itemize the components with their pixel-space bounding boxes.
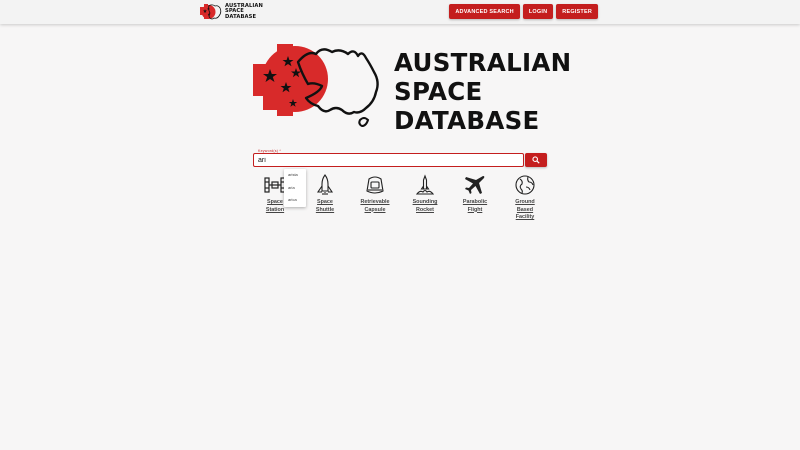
suggestion-item[interactable]: aria <box>284 182 306 195</box>
search-field-label: Keyword(s) * <box>257 149 282 153</box>
search-field: Keyword(s) * <box>253 149 524 167</box>
search-icon <box>532 156 540 164</box>
register-button[interactable]: REGISTER <box>556 4 598 19</box>
australia-logo-icon <box>253 44 379 128</box>
hero-title: AUSTRALIAN SPACE DATABASE <box>394 48 572 135</box>
category-label: Retrievable Capsule <box>360 199 390 213</box>
brand-logo[interactable]: AUSTRALIAN SPACE DATABASE <box>200 2 263 22</box>
category-parabolic-flight[interactable]: Parabolic Flight <box>455 174 495 214</box>
top-navbar: AUSTRALIAN SPACE DATABASE ADVANCED SEARC… <box>0 0 800 24</box>
category-sounding-rocket[interactable]: Sounding Rocket <box>405 174 445 214</box>
login-button[interactable]: LOGIN <box>522 4 554 19</box>
sounding-rocket-icon <box>415 174 435 195</box>
category-ground-based-facility[interactable]: Ground Based Facility <box>505 174 545 222</box>
suggestion-item[interactable]: arista <box>284 169 306 182</box>
space-station-icon <box>264 177 286 193</box>
category-label: Space Shuttle <box>315 199 335 213</box>
keyword-search-input[interactable] <box>253 153 524 167</box>
space-shuttle-icon <box>316 174 334 195</box>
search-button[interactable] <box>525 153 547 167</box>
autocomplete-dropdown: arista aria arica <box>284 169 306 207</box>
logo-mark-icon <box>200 4 222 20</box>
category-label: Sounding Rocket <box>412 199 438 213</box>
hero-logo: AUSTRALIAN SPACE DATABASE <box>250 42 571 135</box>
globe-icon <box>515 175 535 195</box>
category-label: Ground Based Facility <box>515 199 535 221</box>
airplane-icon <box>465 176 485 194</box>
category-space-shuttle[interactable]: Space Shuttle <box>305 174 345 214</box>
capsule-icon <box>366 176 384 194</box>
category-label: Parabolic Flight <box>462 199 488 213</box>
nav-buttons: ADVANCED SEARCH LOGIN REGISTER <box>449 4 598 19</box>
suggestion-item[interactable]: arica <box>284 194 306 207</box>
brand-name: AUSTRALIAN SPACE DATABASE <box>225 2 263 20</box>
category-retrievable-capsule[interactable]: Retrievable Capsule <box>355 174 395 214</box>
advanced-search-button[interactable]: ADVANCED SEARCH <box>449 4 520 19</box>
